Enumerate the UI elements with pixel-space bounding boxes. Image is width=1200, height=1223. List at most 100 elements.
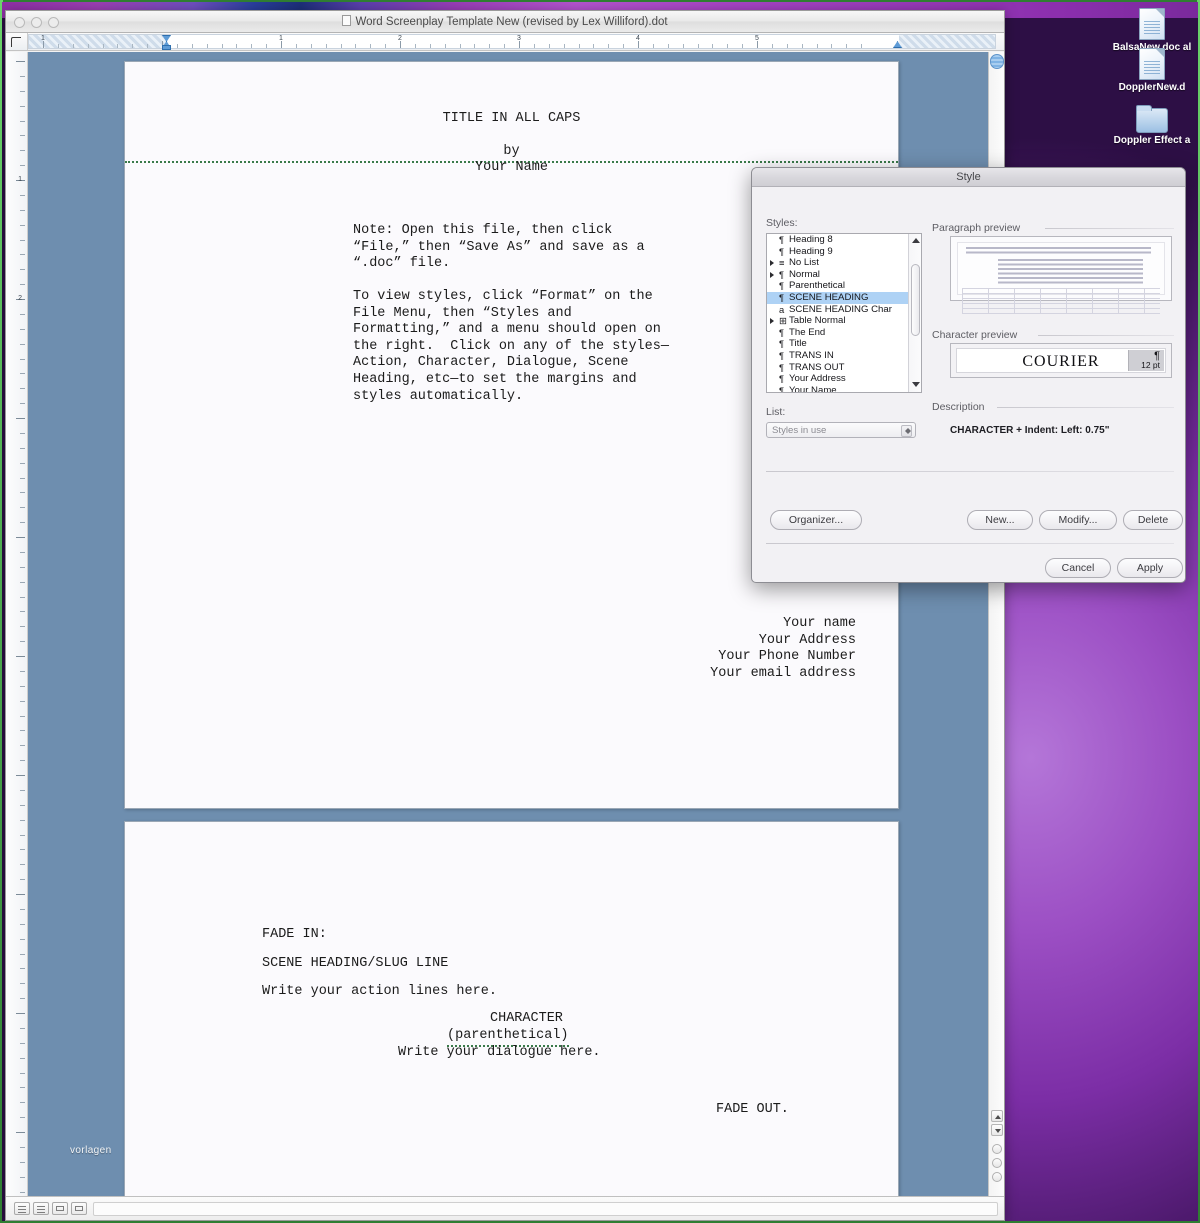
style-type-icon: ≡ — [779, 257, 784, 269]
ruler-tick — [460, 44, 461, 48]
style-list-item[interactable]: ¶TRANS OUT — [767, 362, 921, 374]
modify-style-button[interactable]: Modify... — [1039, 510, 1117, 530]
horizontal-scrollbar[interactable] — [93, 1202, 998, 1216]
ruler-tick — [192, 44, 193, 48]
chevron-right-icon[interactable] — [770, 318, 774, 324]
styles-list-scrollbar[interactable] — [908, 234, 921, 392]
desktop-icon-balsanew[interactable]: BalsaNew.doc al — [1108, 8, 1196, 53]
style-list-item[interactable]: ¶Heading 8 — [767, 234, 921, 246]
window-title-text: Word Screenplay Template New (revised by… — [355, 16, 667, 28]
select-browse-object-button[interactable] — [992, 1158, 1002, 1168]
vertical-scrollbar-thumb[interactable] — [990, 54, 1004, 69]
vertical-ruler[interactable]: 12 — [6, 52, 28, 1196]
vertical-ruler-tick — [20, 522, 25, 523]
styles-scroll-up-arrow[interactable] — [912, 237, 920, 245]
left-indent-marker[interactable] — [162, 45, 171, 50]
screenplay-note: Note: Open this file, then click “File,”… — [353, 223, 645, 273]
ruler-tick — [207, 44, 208, 48]
document-proxy-icon[interactable] — [342, 15, 351, 26]
vertical-ruler-tick — [20, 76, 25, 77]
ruler-tick — [266, 44, 267, 48]
style-list-item[interactable]: ⊞Table Normal — [767, 315, 921, 327]
style-list-item[interactable]: ¶Your Name — [767, 385, 921, 393]
paragraph-preview-inner — [957, 242, 1165, 295]
style-dialog[interactable]: Style Styles: ¶Heading 8¶Heading 9≡No Li… — [751, 167, 1186, 583]
chevron-right-icon[interactable] — [770, 272, 774, 278]
document-page-2[interactable]: FADE IN: SCENE HEADING/SLUG LINE Write y… — [124, 821, 899, 1196]
style-type-icon: ¶ — [779, 292, 784, 304]
style-list-item[interactable]: ¶Title — [767, 338, 921, 350]
chevron-right-icon[interactable] — [770, 260, 774, 266]
style-type-icon: ¶ — [779, 234, 784, 246]
vertical-ruler-tick — [20, 284, 25, 285]
vertical-ruler-tick — [20, 1087, 25, 1088]
new-style-button[interactable]: New... — [967, 510, 1033, 530]
style-type-icon: ¶ — [779, 385, 784, 393]
notebook-view-button[interactable] — [71, 1202, 87, 1215]
ruler-tick — [534, 44, 535, 48]
scroll-up-arrow[interactable] — [991, 1110, 1003, 1122]
view-mode-buttons[interactable] — [6, 1202, 87, 1215]
apply-button[interactable]: Apply — [1117, 558, 1183, 578]
style-list-item[interactable]: ¶Normal — [767, 269, 921, 281]
ruler-tick — [608, 44, 609, 48]
style-list-item-label: Heading 8 — [779, 234, 833, 246]
vertical-ruler-tick — [20, 507, 25, 508]
ruler-tick — [772, 44, 773, 48]
styles-scroll-down-arrow[interactable] — [912, 381, 920, 389]
paragraph-preview-label: Paragraph preview — [932, 222, 1020, 234]
ruler-tick — [132, 44, 133, 48]
vertical-ruler-tick — [20, 939, 25, 940]
style-list-item[interactable]: ¶Your Address — [767, 373, 921, 385]
styles-listbox[interactable]: ¶Heading 8¶Heading 9≡No List¶Normal¶Pare… — [766, 233, 922, 393]
screenplay-fade-in: FADE IN: — [262, 927, 327, 944]
desktop-background: BalsaNew.doc al DopplerNew.d Doppler Eff… — [2, 2, 1198, 1221]
tab-selector-button[interactable] — [6, 33, 28, 50]
vertical-ruler-tick — [20, 1043, 25, 1044]
styles-rows[interactable]: ¶Heading 8¶Heading 9≡No List¶Normal¶Pare… — [767, 234, 921, 393]
paragraph-preview-rule — [1045, 228, 1174, 229]
previous-page-button[interactable] — [992, 1144, 1002, 1154]
vertical-ruler-tick — [20, 359, 25, 360]
outline-view-button[interactable] — [33, 1202, 49, 1215]
list-filter-dropdown[interactable]: Styles in use — [766, 422, 916, 438]
organizer-button[interactable]: Organizer... — [770, 510, 862, 530]
vertical-ruler-tick — [20, 478, 25, 479]
vertical-ruler-tick — [20, 1147, 25, 1148]
style-list-item[interactable]: ¶Heading 9 — [767, 246, 921, 258]
style-list-item[interactable]: ¶TRANS IN — [767, 350, 921, 362]
desktop-icon-dopplernew[interactable]: DopplerNew.d — [1108, 48, 1196, 93]
scroll-down-arrow[interactable] — [991, 1124, 1003, 1136]
vertical-ruler-tick — [20, 805, 25, 806]
styles-scrollbar-thumb[interactable] — [911, 264, 920, 336]
page-layout-view-button[interactable] — [52, 1202, 68, 1215]
ruler-tick — [117, 44, 118, 48]
ruler-tick — [415, 44, 416, 48]
normal-view-button[interactable] — [14, 1202, 30, 1215]
divider-above-footer — [766, 543, 1174, 544]
ruler-tick — [742, 44, 743, 48]
delete-style-button[interactable]: Delete — [1123, 510, 1183, 530]
vertical-ruler-tick — [20, 448, 25, 449]
style-list-item[interactable]: ¶The End — [767, 327, 921, 339]
vertical-ruler-tick — [20, 240, 25, 241]
vertical-ruler-tick — [20, 864, 25, 865]
window-title: Word Screenplay Template New (revised by… — [6, 15, 1004, 28]
screenplay-fade-out: FADE OUT. — [716, 1102, 789, 1119]
desktop-icon-doppler-effect-folder[interactable]: Doppler Effect a — [1108, 108, 1196, 146]
ruler-tick — [341, 44, 342, 48]
style-list-item[interactable]: ¶Parenthetical — [767, 280, 921, 292]
style-list-item[interactable]: aSCENE HEADING Char — [767, 304, 921, 316]
vertical-ruler-tick — [20, 1102, 25, 1103]
window-titlebar[interactable]: Word Screenplay Template New (revised by… — [6, 11, 1004, 33]
style-list-item[interactable]: ≡No List — [767, 257, 921, 269]
horizontal-ruler[interactable]: 123451 — [28, 34, 996, 49]
style-list-item[interactable]: ¶SCENE HEADING — [767, 292, 921, 304]
description-label: Description — [932, 401, 985, 413]
ruler-tick — [58, 44, 59, 48]
ruler-tick — [579, 44, 580, 48]
cancel-button[interactable]: Cancel — [1045, 558, 1111, 578]
ruler-tick — [653, 44, 654, 48]
screenplay-contact-block: Your name Your Address Your Phone Number… — [710, 616, 856, 682]
next-page-button[interactable] — [992, 1172, 1002, 1182]
